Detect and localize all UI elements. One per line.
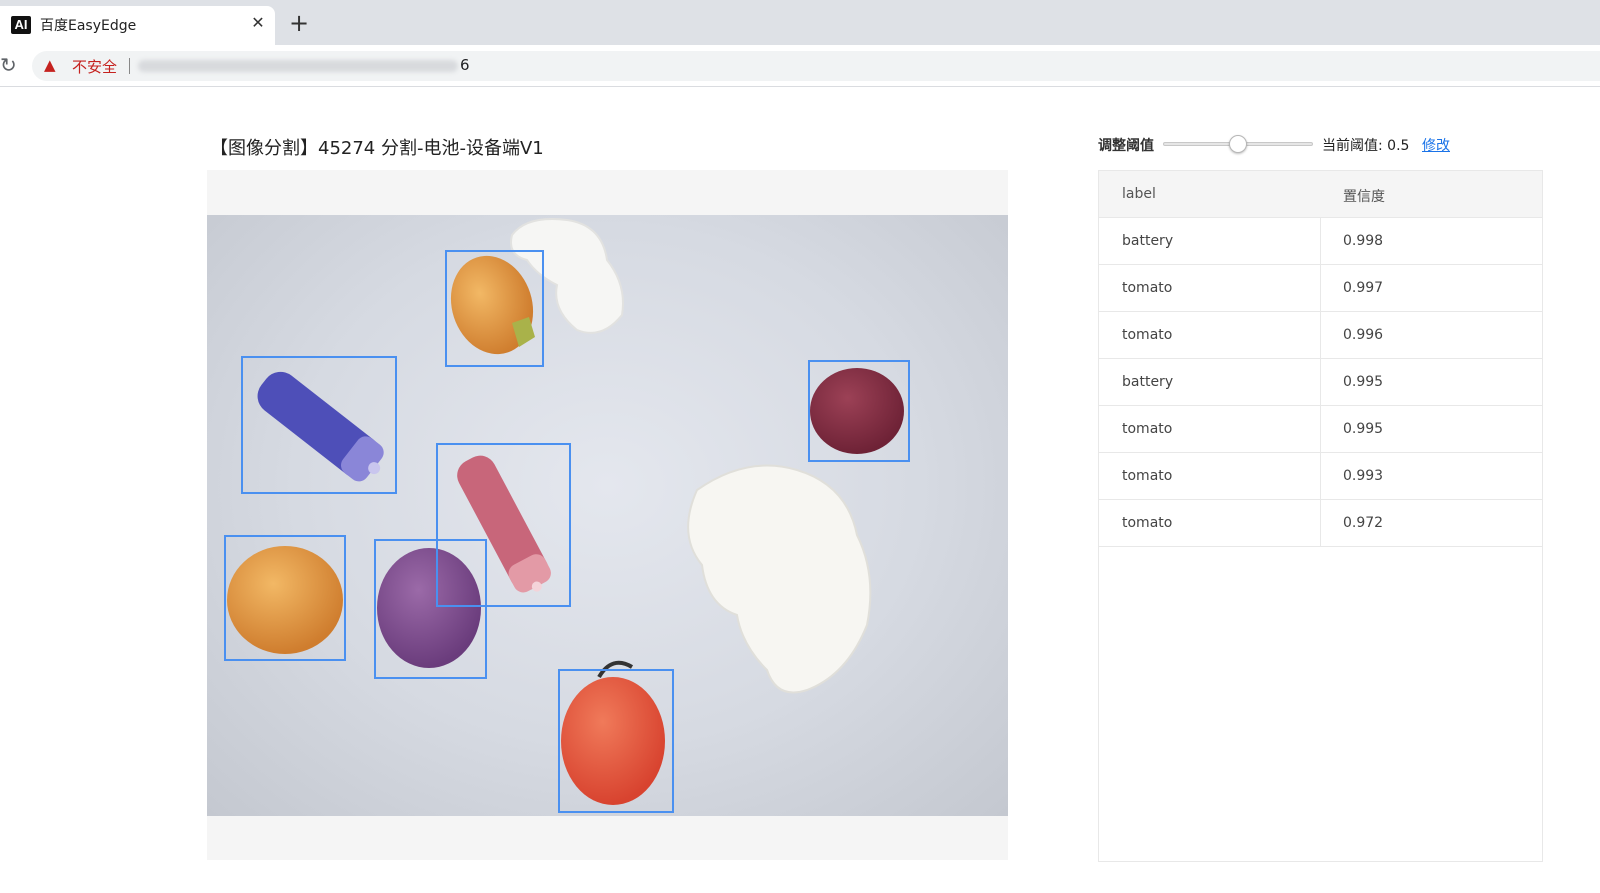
tab-title: 百度EasyEdge bbox=[40, 18, 137, 34]
cell-label: tomato bbox=[1122, 515, 1173, 531]
tomato-object-4 bbox=[377, 548, 481, 668]
header-confidence: 置信度 bbox=[1343, 189, 1385, 205]
close-icon[interactable]: ✕ bbox=[249, 14, 267, 32]
table-row: tomato 0.993 bbox=[1099, 453, 1542, 500]
segmentation-result-image bbox=[207, 215, 1008, 816]
edit-threshold-link[interactable]: 修改 bbox=[1422, 135, 1450, 155]
threshold-label: 调整阈值 bbox=[1098, 138, 1154, 154]
tomato-object-5 bbox=[561, 677, 665, 805]
tomato-object-3 bbox=[227, 546, 343, 654]
table-row: tomato 0.997 bbox=[1099, 265, 1542, 312]
reload-icon[interactable]: ↻ bbox=[0, 54, 20, 76]
battery-object-1 bbox=[257, 371, 384, 482]
browser-tab[interactable]: AI 百度EasyEdge ✕ bbox=[0, 6, 275, 45]
browser-tab-bar: AI 百度EasyEdge ✕ + bbox=[0, 0, 1600, 45]
security-indicator[interactable]: 不安全 bbox=[72, 56, 117, 77]
cell-label: battery bbox=[1122, 374, 1174, 390]
cell-confidence: 0.995 bbox=[1343, 374, 1384, 390]
tomato-object-2 bbox=[810, 368, 904, 454]
table-row: tomato 0.972 bbox=[1099, 500, 1542, 547]
result-image-svg bbox=[224, 218, 910, 813]
column-divider bbox=[1320, 406, 1321, 453]
tissue-right bbox=[687, 464, 872, 694]
cell-confidence: 0.996 bbox=[1343, 327, 1384, 343]
url-input[interactable]: ▲ 不安全 6 bbox=[32, 51, 1600, 81]
results-table: label 置信度 battery 0.998 tomato 0.997 tom… bbox=[1098, 170, 1543, 862]
cell-label: tomato bbox=[1122, 468, 1173, 484]
column-divider bbox=[1320, 453, 1321, 500]
table-row: battery 0.998 bbox=[1099, 218, 1542, 265]
table-header: label 置信度 bbox=[1099, 171, 1542, 218]
cell-confidence: 0.997 bbox=[1343, 280, 1384, 296]
cell-confidence: 0.995 bbox=[1343, 421, 1384, 437]
omnibox-separator bbox=[129, 58, 130, 74]
column-divider bbox=[1320, 359, 1321, 406]
column-divider bbox=[1320, 500, 1321, 547]
cell-confidence: 0.972 bbox=[1343, 515, 1384, 531]
cell-label: battery bbox=[1122, 233, 1174, 249]
url-redacted bbox=[138, 60, 458, 72]
url-text: 6 bbox=[460, 56, 470, 74]
column-divider bbox=[1320, 265, 1321, 312]
header-label: label bbox=[1122, 186, 1156, 202]
address-bar: ↻ ▲ 不安全 6 bbox=[0, 45, 1600, 87]
warning-icon[interactable]: ▲ bbox=[44, 56, 62, 74]
table-row: tomato 0.996 bbox=[1099, 312, 1542, 359]
result-image-panel bbox=[207, 170, 1008, 860]
cell-confidence: 0.998 bbox=[1343, 233, 1384, 249]
slider-handle[interactable] bbox=[1229, 135, 1247, 153]
site-favicon-icon: AI bbox=[11, 16, 31, 34]
threshold-slider[interactable] bbox=[1163, 135, 1313, 153]
column-divider bbox=[1320, 312, 1321, 359]
page-title: 【图像分割】45274 分割-电池-设备端V1 bbox=[210, 138, 544, 159]
cell-label: tomato bbox=[1122, 280, 1173, 296]
table-row: battery 0.995 bbox=[1099, 359, 1542, 406]
cell-label: tomato bbox=[1122, 421, 1173, 437]
table-row: tomato 0.995 bbox=[1099, 406, 1542, 453]
column-divider bbox=[1320, 218, 1321, 265]
plus-icon[interactable]: + bbox=[288, 11, 310, 35]
cell-label: tomato bbox=[1122, 327, 1173, 343]
current-threshold-text: 当前阈值: 0.5 bbox=[1322, 138, 1410, 154]
cell-confidence: 0.993 bbox=[1343, 468, 1384, 484]
